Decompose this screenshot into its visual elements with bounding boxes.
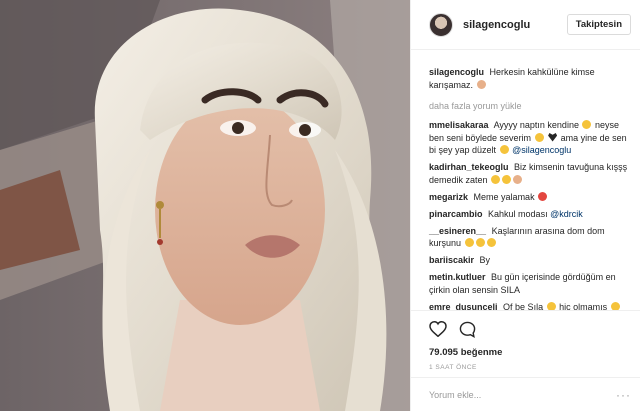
caption-username[interactable]: silagencoglu [429,67,484,77]
smile-emoji-icon [502,174,512,184]
hand-emoji-icon [513,174,523,184]
comment-username[interactable]: bariiscakir [429,255,474,265]
comment-text: By [479,255,491,265]
load-more-comments[interactable]: daha fazla yorum yükle [429,101,631,111]
comments-list: silagencoglu Herkesin kahkülüne kimse ka… [411,52,640,310]
comment-text: Meme yalamak [473,191,535,202]
comment-item: pinarcambio Kahkul modası @kdrcik [429,208,631,221]
comment-item: mmelisakaraa Ayyyy naptın kendine neyse … [429,119,631,157]
laughing-emoji-icon [464,238,474,247]
comment-item: __esineren__ Kaşlarının arasına dom dom … [429,225,631,250]
comment-icon[interactable] [459,321,476,338]
post-timestamp[interactable]: 1 SAAT ÖNCE [429,364,631,371]
laughing-emoji-icon [546,301,556,310]
heart-eyes-emoji-icon [534,132,544,142]
like-count[interactable]: 79.095 beğenme [429,347,631,358]
comment-mention[interactable]: @silagencoglu [512,145,571,155]
comment-username[interactable]: metin.kutluer [429,272,486,282]
header-username[interactable]: silagencoglu [463,19,567,31]
comment-text: Kahkul modası [488,208,548,219]
comment-username[interactable]: megarizk [429,192,468,202]
comment-item: bariiscakir By [429,254,631,267]
comment-mention[interactable]: @kdrcik [550,209,583,219]
more-options-icon[interactable]: ··· [616,388,631,402]
comment-text: Ayyyy naptın kendine [493,120,579,130]
selfie-illustration [0,0,410,411]
post-photo[interactable] [0,0,410,411]
post-sidebar: silagencoglu Takiptesin silagencoglu Her… [410,0,640,411]
avatar[interactable] [429,12,453,37]
laughing-emoji-icon [486,238,496,247]
grin-emoji-icon [499,145,509,154]
comment-username[interactable]: __esineren__ [429,226,486,236]
tongue-emoji-icon [538,191,548,201]
caption: silagencoglu Herkesin kahkülüne kimse ka… [429,66,631,91]
post-header: silagencoglu Takiptesin [411,0,640,50]
smile-emoji-icon [491,174,501,184]
comment-item: megarizk Meme yalamak [429,191,631,204]
black-heart-emoji-icon [548,132,558,142]
instagram-post: silagencoglu Takiptesin silagencoglu Her… [0,0,640,411]
comment-item: kadirhan_tekeoglu Biz kimsenin tavuğuna … [429,161,631,186]
laughing-emoji-icon [475,238,485,247]
comment-text: Of be Sıla [503,301,544,311]
comment-item: metin.kutluer Bu gün içerisinde gördüğüm… [429,271,631,296]
add-comment-bar: ··· [411,377,640,411]
heart-icon[interactable] [429,321,447,337]
comment-username[interactable]: pinarcambio [429,209,483,219]
follow-button[interactable]: Takiptesin [566,14,631,35]
surprised-emoji-icon [582,120,592,129]
grin-emoji-icon [610,301,620,310]
comment-username[interactable]: emre_dusunceli [429,302,498,311]
comment-username[interactable]: kadirhan_tekeoglu [429,162,509,172]
comment-input[interactable] [429,389,609,400]
comment-username[interactable]: mmelisakaraa [429,120,489,130]
action-icons [429,319,631,339]
comment-text-2: hiç olmamış [559,301,608,311]
comment-item: emre_dusunceli Of be Sıla hiç olmamış [429,301,631,311]
hand-emoji-icon [476,79,486,89]
